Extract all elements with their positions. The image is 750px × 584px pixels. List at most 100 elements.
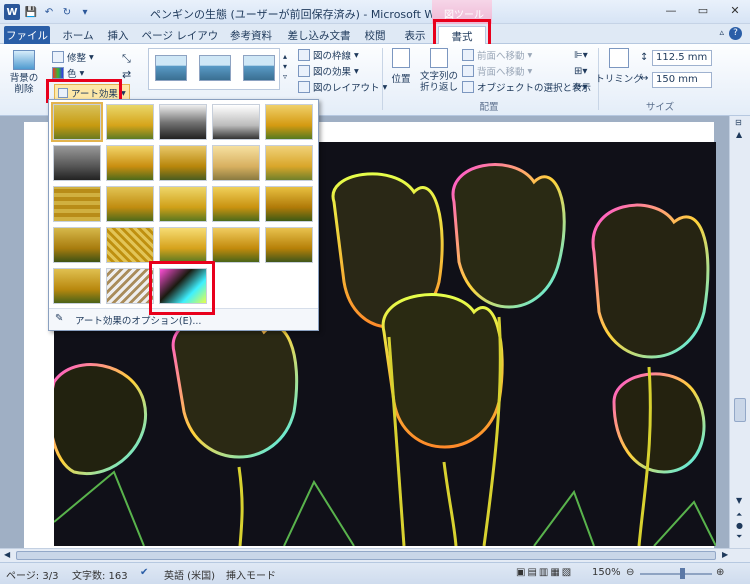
zoom-out-icon[interactable]: ⊖ [626,567,634,578]
picture-style-1[interactable] [155,55,187,81]
art-effect-8[interactable] [159,145,207,181]
bring-forward-icon [462,49,474,61]
art-effect-14[interactable] [212,186,260,222]
art-effect-21[interactable] [53,268,101,304]
zoom-level[interactable]: 150% [592,567,621,578]
art-effect-18[interactable] [159,227,207,263]
art-effect-19[interactable] [212,227,260,263]
scroll-right-icon[interactable]: ▶ [722,550,728,559]
customize-icon[interactable]: ▾ [78,5,92,19]
picture-style-3[interactable] [243,55,275,81]
save-icon[interactable]: 💾 [24,5,38,19]
art-effect-11[interactable] [53,186,101,222]
tab-references[interactable]: 参考資料 [224,26,278,44]
art-effect-5[interactable] [265,104,313,140]
ruler-toggle-icon[interactable]: ⊟ [735,118,742,127]
rotate-icon[interactable]: ⟳▾ [574,82,587,93]
tab-home[interactable]: ホーム [58,26,98,44]
art-effect-10[interactable] [265,145,313,181]
picture-style-2[interactable] [199,55,231,81]
picture-layout-icon [298,81,310,93]
tab-mailings[interactable]: 差し込み文書 [284,26,354,44]
help-icon[interactable]: ? [729,27,742,40]
change-picture-icon[interactable]: ⇄ [122,68,131,81]
group-icon[interactable]: ⊞▾ [574,66,587,77]
collapse-ribbon-icon[interactable]: ▵ [719,28,724,38]
insert-mode-indicator[interactable]: 挿入モード [226,567,276,582]
color-icon [52,67,64,79]
crop-button[interactable]: トリミング [595,48,643,85]
vertical-scroll-thumb[interactable] [734,398,746,422]
tab-page-layout[interactable]: ページ レイアウト [140,26,220,57]
art-effect-2[interactable] [106,104,154,140]
art-effect-22[interactable] [106,268,154,304]
tab-insert[interactable]: 挿入 [102,26,134,44]
remove-background-button[interactable]: 背景の 削除 [8,50,40,95]
zoom-in-icon[interactable]: ⊕ [716,567,724,578]
art-effect-13[interactable] [159,186,207,222]
position-button[interactable]: 位置 [388,48,414,85]
tab-format[interactable]: 書式 [438,26,486,44]
art-effects-options[interactable]: ✎ アート効果のオプション(E)... [49,308,318,330]
wrap-text-icon [430,48,448,68]
art-effect-1[interactable] [51,102,103,142]
art-effects-options-icon: ✎ [55,313,64,324]
language-indicator[interactable]: 英語 (米国) [164,567,215,582]
corrections-button[interactable]: 修整 ▾ [52,50,94,64]
vertical-scrollbar[interactable]: ⊟ ▲ ▼ ⏶ ● ⏷ [729,116,750,548]
art-effect-6[interactable] [53,145,101,181]
picture-effects-button[interactable]: 図の効果 ▾ [298,64,359,78]
art-effects-gallery: ✎ アート効果のオプション(E)... [48,99,319,331]
align-icon[interactable]: ⊫▾ [574,50,588,61]
next-page-icon[interactable]: ⏷ [736,532,742,542]
scroll-down-icon[interactable]: ▼ [736,496,742,505]
bring-forward-button[interactable]: 前面へ移動 ▾ [462,48,532,62]
selection-pane-button[interactable]: オブジェクトの選択と表示 [462,80,591,94]
zoom-slider-thumb[interactable] [680,568,685,579]
picture-border-icon [298,49,310,61]
art-effect-12[interactable] [106,186,154,222]
word-logo-icon[interactable]: W [4,4,20,20]
browse-object-icon[interactable]: ● [736,521,743,530]
close-button[interactable]: ✕ [726,4,744,17]
art-effect-glow-edges[interactable] [159,268,207,304]
width-icon: ↔ [640,73,649,84]
compress-pictures-icon[interactable]: ⤡ [122,52,131,66]
picture-styles-gallery[interactable] [148,48,280,90]
scroll-left-icon[interactable]: ◀ [4,550,10,559]
art-effect-9[interactable] [212,145,260,181]
width-input[interactable]: 150 mm [652,72,712,88]
tab-review[interactable]: 校閲 [358,26,392,44]
send-backward-icon [462,65,474,77]
art-effect-20[interactable] [265,227,313,263]
horizontal-scrollbar[interactable]: ◀ ▶ [0,548,750,562]
art-effect-4[interactable] [212,104,260,140]
art-effect-3[interactable] [159,104,207,140]
art-effect-16[interactable] [53,227,101,263]
view-buttons[interactable]: ▣▤▥▦▧ [516,567,573,578]
restore-button[interactable]: ▭ [694,4,712,17]
page-count[interactable]: ページ: 3/3 [6,567,58,582]
send-backward-button[interactable]: 背面へ移動 ▾ [462,64,532,78]
redo-icon[interactable]: ↻ [60,5,74,19]
minimize-button[interactable]: — [662,4,680,17]
tab-file[interactable]: ファイル [4,26,50,44]
gallery-scroll-icon[interactable]: ▴ ▾ ▿ [283,52,287,82]
picture-border-button[interactable]: 図の枠線 ▾ [298,48,359,62]
wrap-text-button[interactable]: 文字列の 折り返し [420,48,458,93]
color-button[interactable]: 色 ▾ [52,66,84,80]
horizontal-scroll-thumb[interactable] [16,551,716,560]
art-effect-7[interactable] [106,145,154,181]
art-effect-17[interactable] [106,227,154,263]
height-input[interactable]: 112.5 mm [652,50,712,66]
proofing-icon[interactable]: ✔ [140,567,148,578]
height-icon: ↕ [640,52,649,63]
picture-layout-button[interactable]: 図のレイアウト ▾ [298,80,387,94]
art-effect-15[interactable] [265,186,313,222]
word-count[interactable]: 文字数: 163 [72,567,128,582]
undo-icon[interactable]: ↶ [42,5,56,19]
scroll-up-icon[interactable]: ▲ [736,130,742,139]
tab-view[interactable]: 表示 [398,26,432,44]
zoom-slider[interactable] [640,573,712,575]
previous-page-icon[interactable]: ⏶ [736,510,742,520]
